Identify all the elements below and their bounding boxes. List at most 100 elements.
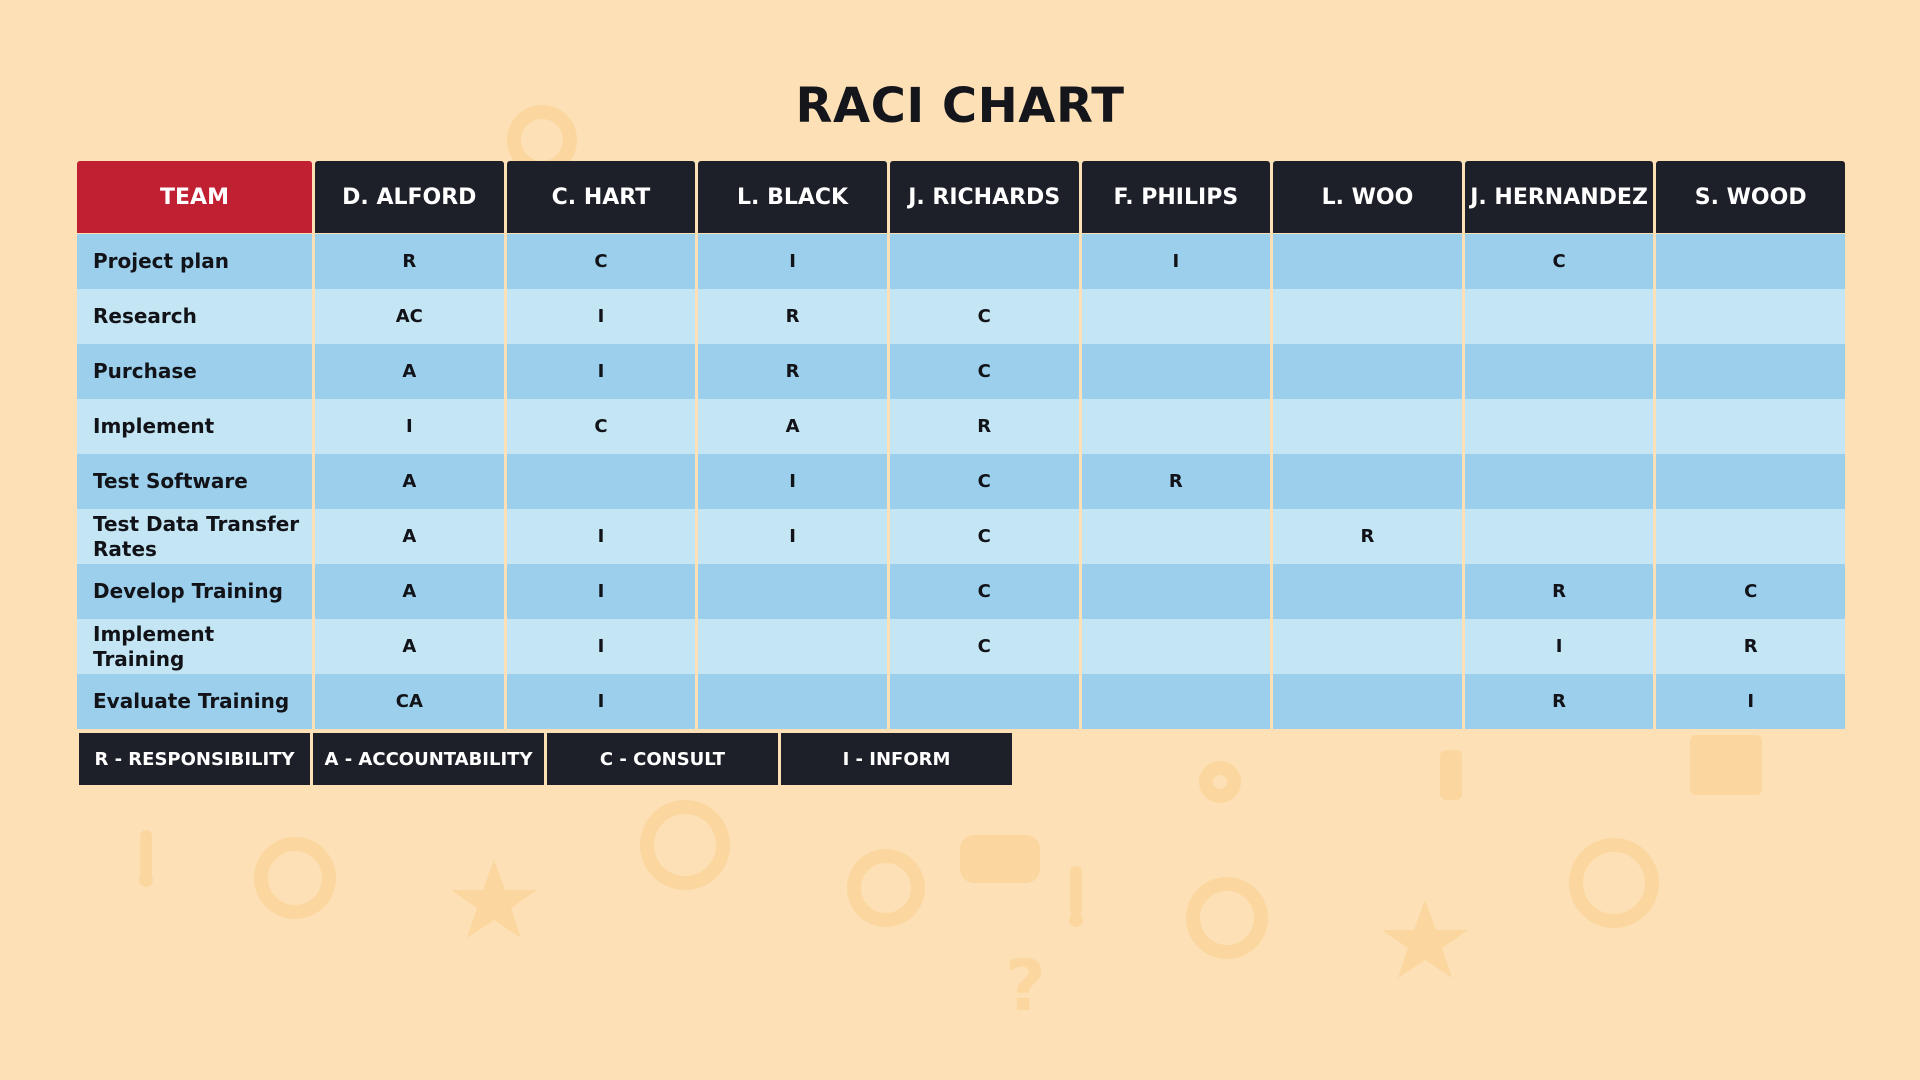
raci-cell: I (506, 344, 696, 399)
raci-cell (889, 234, 1079, 289)
raci-cell: I (506, 509, 696, 564)
raci-cell (698, 674, 887, 729)
raci-cell: I (506, 674, 696, 729)
raci-cell (1656, 454, 1845, 509)
raci-cell (698, 564, 887, 619)
raci-cell (1656, 399, 1845, 454)
raci-cell: C (889, 454, 1079, 509)
raci-cell: R (315, 234, 504, 289)
raci-cell: R (1464, 674, 1654, 729)
raci-cell: C (1464, 234, 1654, 289)
raci-cell (1273, 289, 1462, 344)
raci-cell: I (698, 234, 887, 289)
raci-cell (1273, 234, 1462, 289)
calendar-icon (1690, 735, 1762, 795)
raci-cell (1464, 509, 1654, 564)
chat-bubble-icon (960, 835, 1040, 883)
raci-table: TEAM D. ALFORD C. HART L. BLACK J. RICHARDS F… (77, 161, 1845, 729)
task-cell: Research (77, 289, 312, 344)
task-cell: Purchase (77, 344, 312, 399)
task-cell: Implement (77, 399, 312, 454)
raci-cell: I (1081, 234, 1271, 289)
raci-cell: I (506, 564, 696, 619)
raci-cell: R (1464, 564, 1654, 619)
raci-cell: AC (315, 289, 504, 344)
gear-icon (1186, 877, 1268, 959)
raci-cell: C (889, 344, 1079, 399)
task-cell: Develop Training (77, 564, 312, 619)
exclamation-icon (140, 830, 152, 880)
person-header: C. HART (506, 161, 696, 233)
raci-cell (698, 619, 887, 674)
raci-cell: R (698, 289, 887, 344)
person-header: F. PHILIPS (1081, 161, 1271, 233)
task-cell: Evaluate Training (77, 674, 312, 729)
raci-cell: I (1656, 674, 1845, 729)
person-header: L. BLACK (698, 161, 887, 233)
raci-cell: I (698, 454, 887, 509)
legend-item: R - RESPONSIBILITY (79, 733, 310, 785)
raci-cell (1273, 344, 1462, 399)
raci-cell: A (315, 344, 504, 399)
raci-cell: I (506, 289, 696, 344)
task-cell: Test Data Transfer Rates (77, 509, 312, 564)
raci-cell: A (315, 619, 504, 674)
raci-cell: I (698, 509, 887, 564)
raci-cell (889, 674, 1079, 729)
star-icon (1382, 900, 1468, 978)
raci-cell: C (506, 234, 696, 289)
gear-icon (254, 837, 336, 919)
raci-cell (1273, 454, 1462, 509)
raci-cell (1273, 399, 1462, 454)
raci-cell (1464, 344, 1654, 399)
raci-cell (1656, 509, 1845, 564)
raci-cell (1081, 619, 1271, 674)
raci-cell (1081, 564, 1271, 619)
raci-cell (1081, 674, 1271, 729)
raci-cell (1273, 564, 1462, 619)
raci-cell: I (315, 399, 504, 454)
raci-cell (1273, 674, 1462, 729)
raci-cell (1656, 344, 1845, 399)
raci-cell: A (698, 399, 887, 454)
raci-cell: C (889, 619, 1079, 674)
raci-cell: R (1273, 509, 1462, 564)
raci-cell: A (315, 454, 504, 509)
gear-icon (640, 800, 730, 890)
raci-cell (1464, 454, 1654, 509)
task-cell: Test Software (77, 454, 312, 509)
raci-cell: R (1081, 454, 1271, 509)
trophy-icon (1440, 750, 1462, 800)
question-icon: ? (1005, 945, 1046, 1027)
task-cell: Implement Training (77, 619, 312, 674)
gear-icon (1569, 838, 1659, 928)
star-icon (451, 860, 537, 938)
raci-cell (1656, 234, 1845, 289)
gear-icon (1199, 761, 1241, 803)
team-header: TEAM (77, 161, 312, 233)
page-title: RACI CHART (795, 78, 1125, 134)
raci-cell: C (506, 399, 696, 454)
raci-cell: I (506, 619, 696, 674)
raci-cell: C (889, 289, 1079, 344)
person-header: L. WOO (1273, 161, 1462, 233)
raci-cell (1464, 399, 1654, 454)
raci-cell (506, 454, 696, 509)
person-header: S. WOOD (1656, 161, 1845, 233)
raci-cell: I (1464, 619, 1654, 674)
raci-cell (1656, 289, 1845, 344)
legend: R - RESPONSIBILITY A - ACCOUNTABILITY C - … (79, 733, 1012, 785)
raci-cell: A (315, 564, 504, 619)
raci-cell (1081, 509, 1271, 564)
raci-cell: R (889, 399, 1079, 454)
raci-cell (1081, 399, 1271, 454)
task-cell: Project plan (77, 234, 312, 289)
raci-cell: R (698, 344, 887, 399)
raci-cell: C (1656, 564, 1845, 619)
raci-cell (1464, 289, 1654, 344)
gear-icon (847, 849, 925, 927)
raci-cell: R (1656, 619, 1845, 674)
raci-cell: CA (315, 674, 504, 729)
legend-item: C - CONSULT (547, 733, 778, 785)
exclamation-icon (1070, 866, 1082, 916)
